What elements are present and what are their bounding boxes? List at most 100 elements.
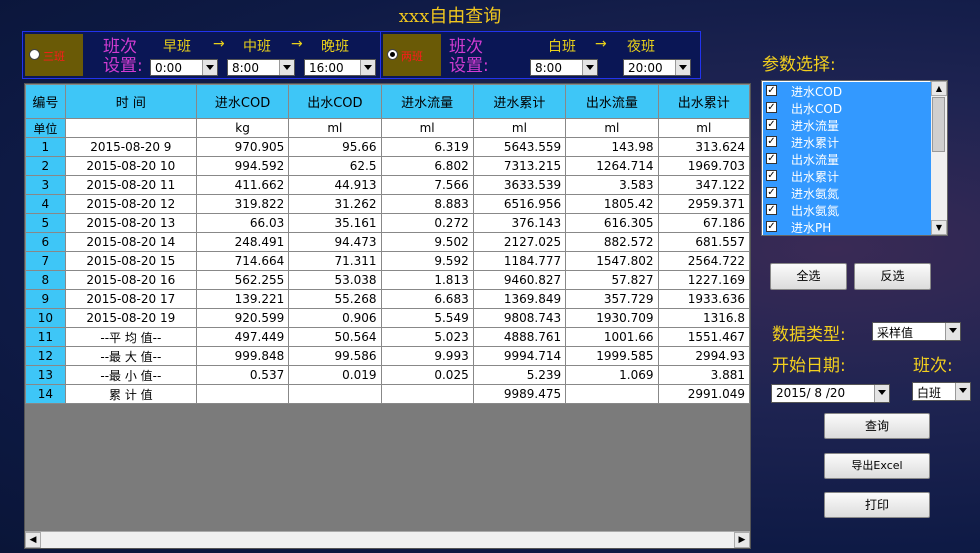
- shift-setting-line1: 班次: [103, 37, 137, 57]
- table-row[interactable]: 10 2015-08-20 19 920.599 0.906 5.549 9808.743…: [25, 308, 750, 328]
- table-row[interactable]: 8 2015-08-20 16 562.255 53.038 1.813 9460.827…: [25, 270, 750, 290]
- three-shift-radio[interactable]: 三班: [25, 34, 83, 76]
- scroll-left-icon[interactable]: ◀: [25, 532, 41, 548]
- shift-name-middle: 中班: [243, 39, 271, 55]
- checkbox-checked-icon[interactable]: ✓: [766, 204, 777, 215]
- export-excel-button[interactable]: 导出Excel: [824, 453, 930, 479]
- dropdown-arrow-icon[interactable]: [955, 383, 970, 400]
- scroll-right-icon[interactable]: ▶: [734, 532, 750, 548]
- table-cell: 累 计 值: [64, 384, 197, 404]
- table-row[interactable]: 7 2015-08-20 15 714.664 71.311 9.592 1184.777…: [25, 251, 750, 271]
- table-cell: 67.186: [657, 213, 750, 233]
- evening-start-select[interactable]: 16:00: [304, 59, 376, 76]
- param-item[interactable]: ✓ 进水流量: [763, 116, 931, 133]
- table-cell: 2015-08-20 12: [64, 194, 197, 214]
- dropdown-arrow-icon[interactable]: [202, 60, 217, 75]
- param-item[interactable]: ✓ 进水累计: [763, 133, 931, 150]
- unit-cell: ml: [472, 118, 567, 138]
- param-item-label: 进水PH: [791, 221, 832, 235]
- table-cell: 357.729: [565, 289, 659, 309]
- table-cell: 143.98: [565, 137, 659, 157]
- table-cell: 0.272: [380, 213, 474, 233]
- param-item-label: 出水累计: [791, 170, 840, 184]
- param-item[interactable]: ✓ 出水氨氮: [763, 201, 931, 218]
- table-cell: 999.848: [195, 346, 290, 366]
- table-row[interactable]: 2 2015-08-20 10 994.592 62.5 6.802 7313.215 12…: [25, 156, 750, 176]
- param-item[interactable]: ✓ 进水氨氮: [763, 184, 931, 201]
- table-cell: 53.038: [288, 270, 382, 290]
- table-cell: [380, 384, 474, 404]
- param-item-label: 出水氨氮: [791, 204, 840, 218]
- horizontal-scrollbar[interactable]: ◀ ▶: [25, 531, 750, 548]
- dropdown-arrow-icon[interactable]: [279, 60, 294, 75]
- middle-start-value: 8:00: [232, 61, 259, 75]
- night-start-select[interactable]: 20:00: [623, 59, 691, 76]
- select-all-button[interactable]: 全选: [770, 263, 847, 290]
- table-row[interactable]: 1 2015-08-20 9 970.905 95.66 6.319 5643.559 14…: [25, 137, 750, 157]
- table-cell: 5.023: [380, 327, 474, 347]
- table-row[interactable]: 3 2015-08-20 11 411.662 44.913 7.566 3633.539…: [25, 175, 750, 195]
- scroll-thumb[interactable]: [932, 97, 945, 152]
- vertical-scrollbar[interactable]: ▲ ▼: [930, 81, 947, 235]
- param-item[interactable]: ✓ 出水流量: [763, 150, 931, 167]
- shift-name-night: 夜班: [627, 39, 655, 55]
- table-row[interactable]: 14 累 计 值 9989.475 2991.049: [25, 384, 750, 404]
- morning-start-select[interactable]: 0:00: [150, 59, 218, 76]
- scroll-down-icon[interactable]: ▼: [931, 220, 947, 235]
- table-row[interactable]: 9 2015-08-20 17 139.221 55.268 6.683 1369.849…: [25, 289, 750, 309]
- dropdown-arrow-icon[interactable]: [582, 60, 597, 75]
- table-cell: 970.905: [195, 137, 290, 157]
- table-cell: 9.502: [380, 232, 474, 252]
- query-button[interactable]: 查询: [824, 413, 930, 439]
- row-number: 8: [25, 270, 66, 290]
- row-number: 7: [25, 251, 66, 271]
- table-cell: 2127.025: [472, 232, 567, 252]
- table-row[interactable]: 6 2015-08-20 14 248.491 94.473 9.502 2127.025…: [25, 232, 750, 252]
- scroll-up-icon[interactable]: ▲: [931, 81, 947, 96]
- column-header: 时 间: [64, 84, 197, 119]
- checkbox-checked-icon[interactable]: ✓: [766, 136, 777, 147]
- table-row[interactable]: 4 2015-08-20 12 319.822 31.262 8.883 6516.956…: [25, 194, 750, 214]
- table-row[interactable]: 12 --最 大 值-- 999.848 99.586 9.993 9994.714 199…: [25, 346, 750, 366]
- param-item[interactable]: ✓ 出水COD: [763, 99, 931, 116]
- table-cell: 62.5: [288, 156, 382, 176]
- table-cell: 4888.761: [472, 327, 567, 347]
- checkbox-checked-icon[interactable]: ✓: [766, 102, 777, 113]
- checkbox-checked-icon[interactable]: ✓: [766, 187, 777, 198]
- middle-start-select[interactable]: 8:00: [227, 59, 295, 76]
- dropdown-arrow-icon[interactable]: [360, 60, 375, 75]
- day-start-select[interactable]: 8:00: [530, 59, 598, 76]
- table-cell: 2015-08-20 19: [64, 308, 197, 328]
- data-grid[interactable]: 编号时 间进水COD 出水COD 进水流量 进水累计 出水流量 出水累计 单位 kg ml ml m…: [24, 83, 751, 549]
- table-cell: 1264.714: [565, 156, 659, 176]
- two-shift-radio[interactable]: 两班: [383, 34, 441, 76]
- checkbox-checked-icon[interactable]: ✓: [766, 170, 777, 181]
- invert-selection-button[interactable]: 反选: [854, 263, 931, 290]
- table-row[interactable]: 5 2015-08-20 13 66.03 35.161 0.272 376.143 616…: [25, 213, 750, 233]
- start-date-picker[interactable]: 2015/ 8 /20: [771, 384, 890, 403]
- table-cell: 0.025: [380, 365, 474, 385]
- dropdown-arrow-icon[interactable]: [945, 323, 960, 340]
- checkbox-checked-icon[interactable]: ✓: [766, 221, 777, 232]
- checkbox-checked-icon[interactable]: ✓: [766, 119, 777, 130]
- data-type-select[interactable]: 采样值: [872, 322, 961, 341]
- row-number: 1: [25, 137, 66, 157]
- table-cell: 2564.722: [657, 251, 750, 271]
- table-cell: 5.239: [472, 365, 567, 385]
- table-row[interactable]: 13 --最 小 值-- 0.537 0.019 0.025 5.239 1.069 3.88…: [25, 365, 750, 385]
- param-item[interactable]: ✓ 进水COD: [763, 82, 931, 99]
- unit-cell: [64, 118, 197, 138]
- dropdown-arrow-icon[interactable]: [874, 385, 889, 402]
- table-cell: 2015-08-20 14: [64, 232, 197, 252]
- table-cell: 71.311: [288, 251, 382, 271]
- dropdown-arrow-icon[interactable]: [675, 60, 690, 75]
- checkbox-checked-icon[interactable]: ✓: [766, 85, 777, 96]
- print-button[interactable]: 打印: [824, 492, 930, 518]
- param-item[interactable]: ✓ 进水PH: [763, 218, 931, 235]
- param-item[interactable]: ✓ 出水累计: [763, 167, 931, 184]
- shift-select[interactable]: 白班: [912, 382, 971, 401]
- checkbox-checked-icon[interactable]: ✓: [766, 153, 777, 164]
- table-row[interactable]: 11 --平 均 值-- 497.449 50.564 5.023 4888.761 100…: [25, 327, 750, 347]
- param-listbox[interactable]: ▲ ▼ ✓ 进水COD ✓ 出水COD ✓ 进水流量 ✓ 进水累计 ✓ 出水流量 ✓ 出水累计 ✓ 进水氨…: [761, 80, 948, 236]
- table-cell: 99.586: [288, 346, 382, 366]
